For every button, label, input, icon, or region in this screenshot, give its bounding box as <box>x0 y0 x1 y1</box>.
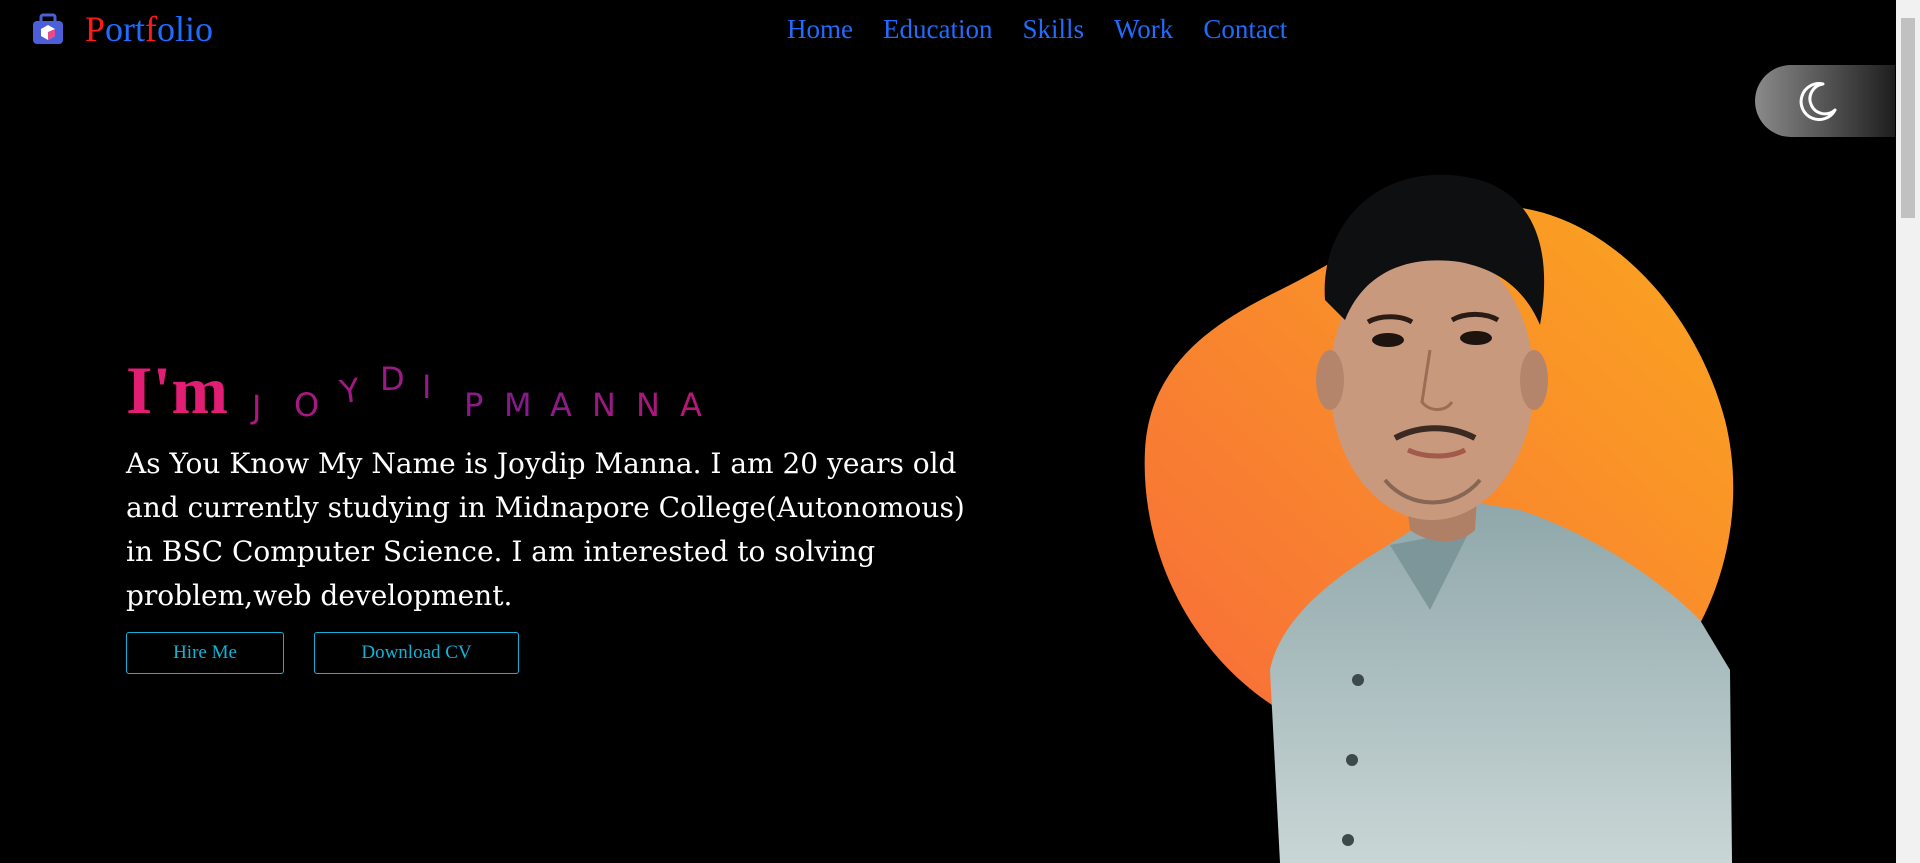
nav-contact[interactable]: Contact <box>1203 12 1287 46</box>
hero-name-animated: J O Y D I P M A N N A <box>252 350 852 440</box>
name-letter: I <box>422 368 432 406</box>
name-letter: J <box>252 388 262 426</box>
name-letter: A <box>680 386 702 424</box>
logo-text: Portfolio <box>85 10 213 48</box>
name-letter: N <box>592 386 616 424</box>
name-letter: P <box>464 386 484 424</box>
hire-me-button[interactable]: Hire Me <box>126 632 284 674</box>
name-letter: O <box>294 386 320 424</box>
logo-letter-p: P <box>85 9 106 49</box>
main-nav: Home Education Skills Work Contact <box>787 12 1287 46</box>
logo[interactable]: Portfolio <box>31 10 213 48</box>
moon-icon <box>1799 82 1837 122</box>
name-letter: A <box>550 386 572 424</box>
logo-letter-f: f <box>145 9 158 49</box>
page-scrollbar[interactable] <box>1896 0 1920 863</box>
logo-letters-ort: ort <box>105 9 146 49</box>
name-letter: M <box>504 386 532 424</box>
hero-prefix: I'm <box>126 352 228 428</box>
name-letter: Y <box>337 370 363 412</box>
nav-education[interactable]: Education <box>883 12 992 46</box>
briefcase-icon <box>33 13 63 44</box>
profile-photo <box>1144 174 1734 863</box>
download-cv-button[interactable]: Download CV <box>314 632 519 674</box>
name-letter: D <box>380 360 405 398</box>
dark-mode-toggle[interactable] <box>1755 65 1895 137</box>
nav-work[interactable]: Work <box>1114 12 1173 46</box>
scrollbar-thumb[interactable] <box>1901 18 1915 218</box>
name-letter: N <box>636 386 660 424</box>
nav-home[interactable]: Home <box>787 12 853 46</box>
logo-letters-olio: olio <box>157 9 214 49</box>
hero-bio: As You Know My Name is Joydip Manna. I a… <box>126 447 965 612</box>
nav-skills[interactable]: Skills <box>1022 12 1084 46</box>
